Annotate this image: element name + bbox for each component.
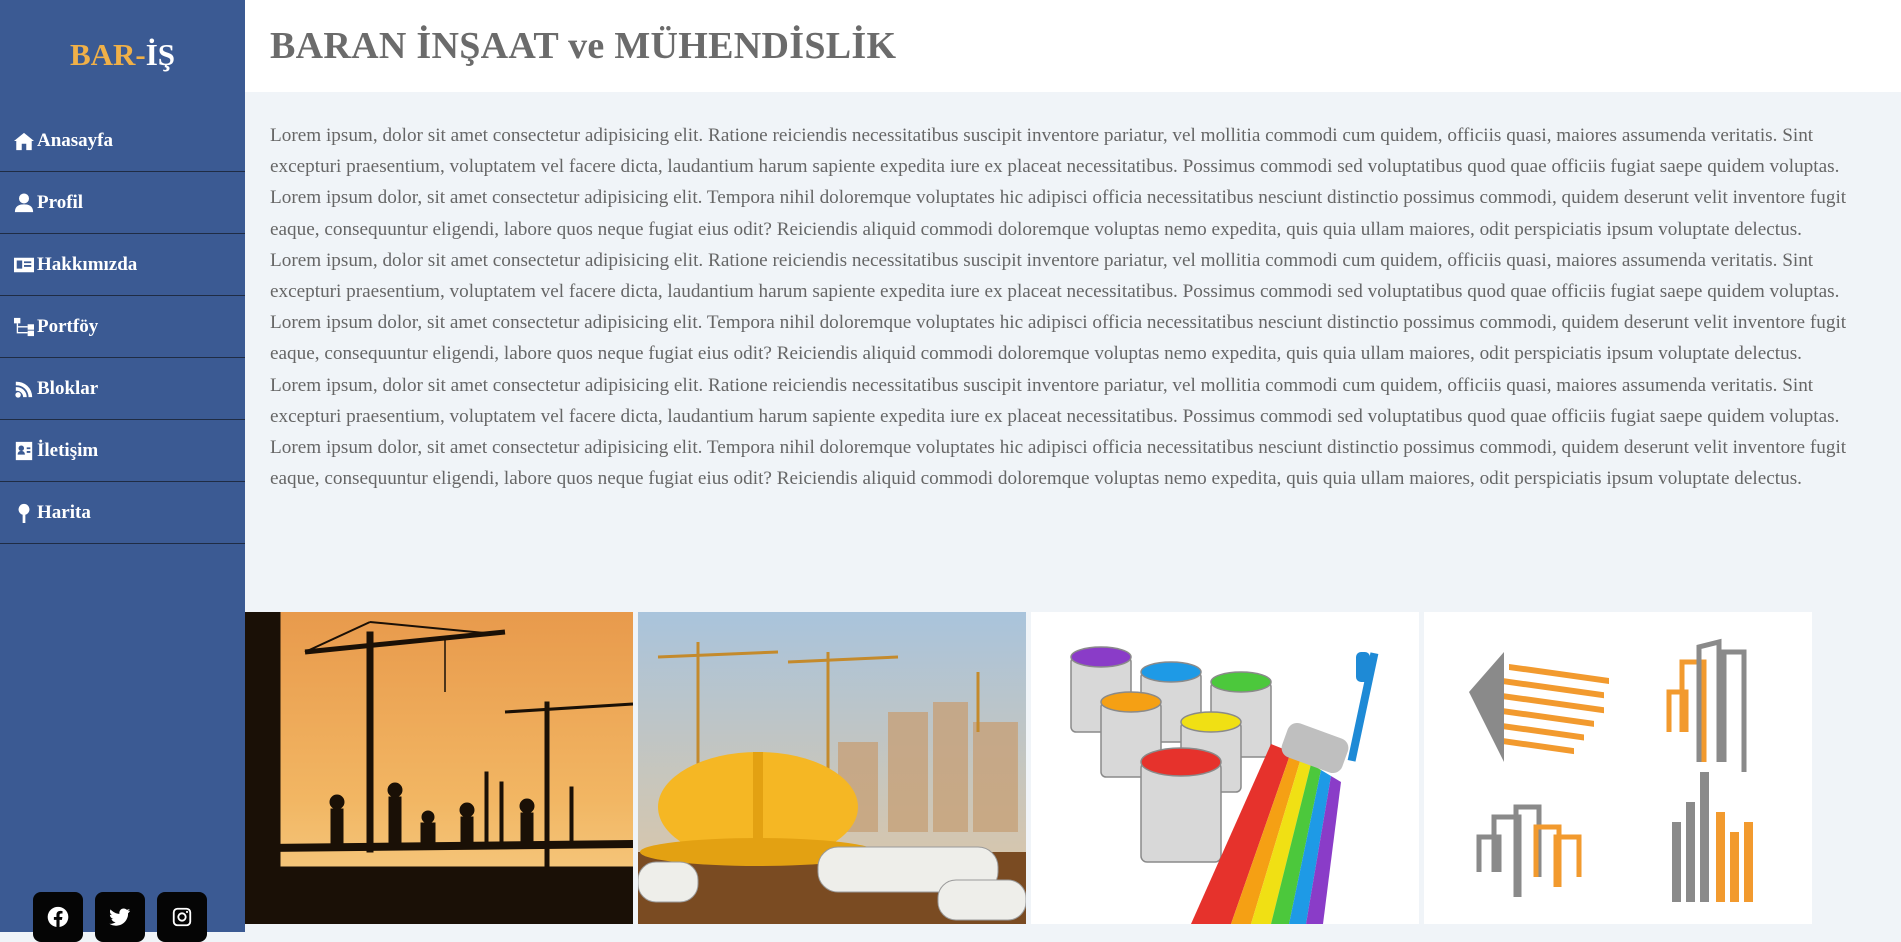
hard-hat-blueprints-image[interactable]: [638, 612, 1026, 924]
sidebar: BAR- İŞ Anasayfa Profil Hakkımızda Portfö…: [0, 0, 245, 942]
nav-item-label: Portföy: [37, 315, 99, 337]
nav-item-iletisim[interactable]: İletişim: [0, 420, 245, 482]
logo-part-1: BAR-: [69, 37, 146, 72]
home-icon: [14, 132, 34, 150]
nav-item-label: İletişim: [37, 439, 99, 461]
building-logos-image[interactable]: [1424, 612, 1812, 924]
sitemap-icon: [14, 317, 34, 336]
logo[interactable]: BAR- İŞ: [0, 0, 245, 110]
nav-item-portfoy[interactable]: Portföy: [0, 296, 245, 358]
content-paragraph: Lorem ipsum, dolor sit amet consectetur …: [270, 249, 1847, 365]
twitter-button[interactable]: [95, 892, 145, 942]
map-pin-icon: [18, 503, 30, 523]
nav-item-harita[interactable]: Harita: [0, 482, 245, 544]
paint-cans-roller-image[interactable]: [1031, 612, 1419, 924]
facebook-button[interactable]: [33, 892, 83, 942]
social-links: [33, 892, 207, 942]
nav-item-label: Hakkımızda: [37, 253, 138, 275]
content-paragraph: Lorem ipsum, dolor sit amet consectetur …: [270, 374, 1847, 490]
logo-part-2: İŞ: [145, 37, 176, 72]
nav-item-profil[interactable]: Profil: [0, 172, 245, 234]
page-header: BARAN İNŞAAT ve MÜHENDİSLİK: [245, 0, 1901, 92]
image-gallery: [245, 612, 1812, 924]
page-title: BARAN İNŞAAT ve MÜHENDİSLİK: [270, 25, 897, 67]
instagram-button[interactable]: [157, 892, 207, 942]
content-paragraph: Lorem ipsum, dolor sit amet consectetur …: [270, 125, 1847, 240]
id-card-icon: [14, 257, 34, 272]
user-icon: [14, 192, 34, 212]
nav-item-label: Anasayfa: [37, 129, 114, 151]
facebook-icon: [47, 906, 69, 927]
construction-silhouette-image[interactable]: [245, 612, 633, 924]
instagram-icon: [172, 907, 192, 927]
nav-item-anasayfa[interactable]: Anasayfa: [0, 110, 245, 172]
twitter-icon: [109, 908, 131, 926]
nav-item-label: Profil: [37, 191, 84, 213]
nav-item-bloklar[interactable]: Bloklar: [0, 358, 245, 420]
nav-menu: Anasayfa Profil Hakkımızda Portföy Blokl…: [0, 110, 245, 544]
main-content: Lorem ipsum, dolor sit amet consectetur …: [270, 120, 1880, 494]
blog-icon: [15, 381, 33, 398]
nav-item-hakkimizda[interactable]: Hakkımızda: [0, 234, 245, 296]
nav-item-label: Harita: [37, 501, 91, 523]
nav-item-label: Bloklar: [37, 377, 99, 399]
contact-card-icon: [15, 441, 33, 460]
